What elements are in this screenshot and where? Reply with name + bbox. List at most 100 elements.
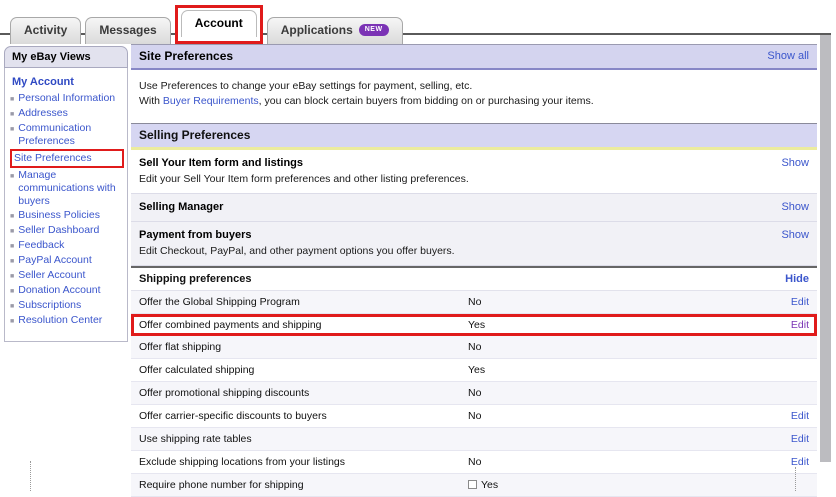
bullet-icon: ■ — [10, 269, 14, 283]
shipping-row-value: No — [468, 341, 809, 353]
edit-link[interactable]: Edit — [791, 296, 809, 308]
sidebar-item-feedback[interactable]: ■ Feedback — [10, 239, 124, 253]
preference-block-title: Selling Manager — [139, 201, 223, 213]
shipping-row-value: No — [468, 456, 791, 468]
sidebar-item-label: Site Preferences — [14, 152, 92, 165]
preference-block-title: Sell Your Item form and listings — [139, 157, 469, 169]
sidebar-item-label: PayPal Account — [18, 254, 92, 268]
bullet-icon: ■ — [10, 284, 14, 298]
yes-checkbox[interactable] — [468, 480, 477, 489]
main-content: Site Preferences Show all Use Preference… — [131, 44, 817, 497]
scrollbar-track[interactable] — [820, 35, 831, 462]
sidebar-item-label: Personal Information — [18, 92, 115, 106]
edit-link[interactable]: Edit — [791, 433, 809, 445]
shipping-preferences-title: Shipping preferences — [139, 273, 251, 285]
shipping-row-label: Exclude shipping locations from your lis… — [139, 456, 468, 468]
sidebar-item-communication-preferences[interactable]: ■ Communication Preferences — [10, 122, 124, 148]
sidebar-item-subscriptions[interactable]: ■ Subscriptions — [10, 299, 124, 313]
selling-preferences-title: Selling Preferences — [139, 128, 250, 142]
show-link[interactable]: Show — [781, 229, 809, 257]
preference-block: Sell Your Item form and listings Edit yo… — [131, 150, 817, 194]
sidebar-item-label: Seller Account — [18, 269, 85, 283]
sidebar-item-label: Seller Dashboard — [18, 224, 99, 238]
left-dotted-marker — [30, 461, 31, 491]
preference-block-text: Payment from buyers Edit Checkout, PayPa… — [139, 229, 455, 257]
sidebar-item-addresses[interactable]: ■ Addresses — [10, 107, 124, 121]
sidebar-item-resolution-center[interactable]: ■ Resolution Center — [10, 314, 124, 328]
sidebar-item-label: Business Policies — [18, 209, 100, 223]
bullet-icon: ■ — [10, 169, 14, 208]
tab-label: Activity — [24, 23, 67, 37]
sidebar-section-my-account[interactable]: My Account — [12, 76, 124, 88]
preference-block-text: Selling Manager — [139, 201, 223, 213]
bullet-icon: ■ — [10, 314, 14, 328]
sidebar-item-manage-communications-with-buyers[interactable]: ■ Manage communications with buyers — [10, 169, 124, 208]
edit-link[interactable]: Edit — [791, 410, 809, 422]
sidebar-item-label: Subscriptions — [18, 299, 81, 313]
shipping-row: Offer flat shipping No — [131, 336, 817, 359]
shipping-row: Offer the Global Shipping Program No Edi… — [131, 291, 817, 314]
bullet-icon: ■ — [10, 239, 14, 253]
shipping-row: Use shipping rate tables Edit — [131, 428, 817, 451]
shipping-rows: Offer the Global Shipping Program No Edi… — [131, 291, 817, 497]
shipping-row: Exclude shipping locations from your lis… — [131, 451, 817, 474]
shipping-row: Offer carrier-specific discounts to buye… — [131, 405, 817, 428]
sidebar-item-seller-account[interactable]: ■ Seller Account — [10, 269, 124, 283]
sidebar-item-personal-information[interactable]: ■ Personal Information — [10, 92, 124, 106]
edit-link[interactable]: Edit — [791, 456, 809, 468]
shipping-row-label: Require phone number for shipping — [139, 479, 468, 491]
shipping-row-label: Offer the Global Shipping Program — [139, 296, 468, 308]
tab-account[interactable]: Account — [181, 10, 257, 37]
selling-preferences-header: Selling Preferences — [131, 123, 817, 150]
shipping-row-label: Offer combined payments and shipping — [139, 319, 468, 331]
intro-line1: Use Preferences to change your eBay sett… — [139, 79, 809, 94]
shipping-row-value: No — [468, 410, 791, 422]
intro-line2-prefix: With — [139, 95, 163, 107]
shipping-row-value-text: Yes — [468, 364, 485, 376]
intro-text: Use Preferences to change your eBay sett… — [131, 70, 817, 123]
shipping-row-value-text: No — [468, 296, 481, 308]
show-all-link[interactable]: Show all — [767, 50, 809, 62]
sidebar-item-label: Donation Account — [18, 284, 100, 298]
bullet-icon: ■ — [10, 299, 14, 313]
sidebar-item-donation-account[interactable]: ■ Donation Account — [10, 284, 124, 298]
sidebar-title: My eBay Views — [4, 46, 128, 68]
tab-applications[interactable]: Applications NEW — [267, 17, 403, 44]
sidebar-item-business-policies[interactable]: ■ Business Policies — [10, 209, 124, 223]
shipping-row-label: Use shipping rate tables — [139, 433, 468, 445]
shipping-row-value-text: No — [468, 341, 481, 353]
sidebar-items: ■ Personal Information ■ Addresses ■ Com… — [10, 92, 124, 328]
bullet-icon: ■ — [10, 122, 14, 148]
shipping-preferences-section: Shipping preferences Hide Offer the Glob… — [131, 266, 817, 497]
intro-line2-suffix: , you can block certain buyers from bidd… — [259, 95, 594, 107]
show-link[interactable]: Show — [781, 157, 809, 185]
shipping-row-label: Offer flat shipping — [139, 341, 468, 353]
shipping-row-value-text: No — [468, 410, 481, 422]
highlight-frame-account-tab: Account — [175, 5, 263, 44]
bullet-icon: ■ — [10, 254, 14, 268]
shipping-row-label: Offer calculated shipping — [139, 364, 468, 376]
selling-preferences-blocks: Sell Your Item form and listings Edit yo… — [131, 150, 817, 266]
sidebar-item-label: Feedback — [18, 239, 64, 253]
sidebar-item-paypal-account[interactable]: ■ PayPal Account — [10, 254, 124, 268]
bullet-icon: ■ — [10, 92, 14, 106]
show-link[interactable]: Show — [781, 201, 809, 213]
shipping-row-value-text: No — [468, 387, 481, 399]
preference-block-title: Payment from buyers — [139, 229, 455, 241]
tab-label: Applications — [281, 23, 353, 37]
sidebar: My eBay Views My Account ■ Personal Info… — [4, 46, 128, 342]
preference-block-desc: Edit Checkout, PayPal, and other payment… — [139, 245, 455, 257]
shipping-row: Offer combined payments and shipping Yes… — [131, 314, 817, 336]
shipping-row: Offer calculated shipping Yes — [131, 359, 817, 382]
hide-link[interactable]: Hide — [785, 273, 809, 285]
bullet-icon: ■ — [10, 224, 14, 238]
sidebar-item-seller-dashboard[interactable]: ■ Seller Dashboard — [10, 224, 124, 238]
shipping-row-value-text: Yes — [481, 479, 498, 491]
bullet-icon: ■ — [10, 209, 14, 223]
edit-link[interactable]: Edit — [791, 319, 809, 331]
shipping-row-value: No — [468, 387, 809, 399]
tab-activity[interactable]: Activity — [10, 17, 81, 44]
sidebar-item-site-preferences[interactable]: Site Preferences — [10, 149, 124, 168]
tab-messages[interactable]: Messages — [85, 17, 170, 44]
buyer-requirements-link[interactable]: Buyer Requirements — [163, 95, 259, 107]
